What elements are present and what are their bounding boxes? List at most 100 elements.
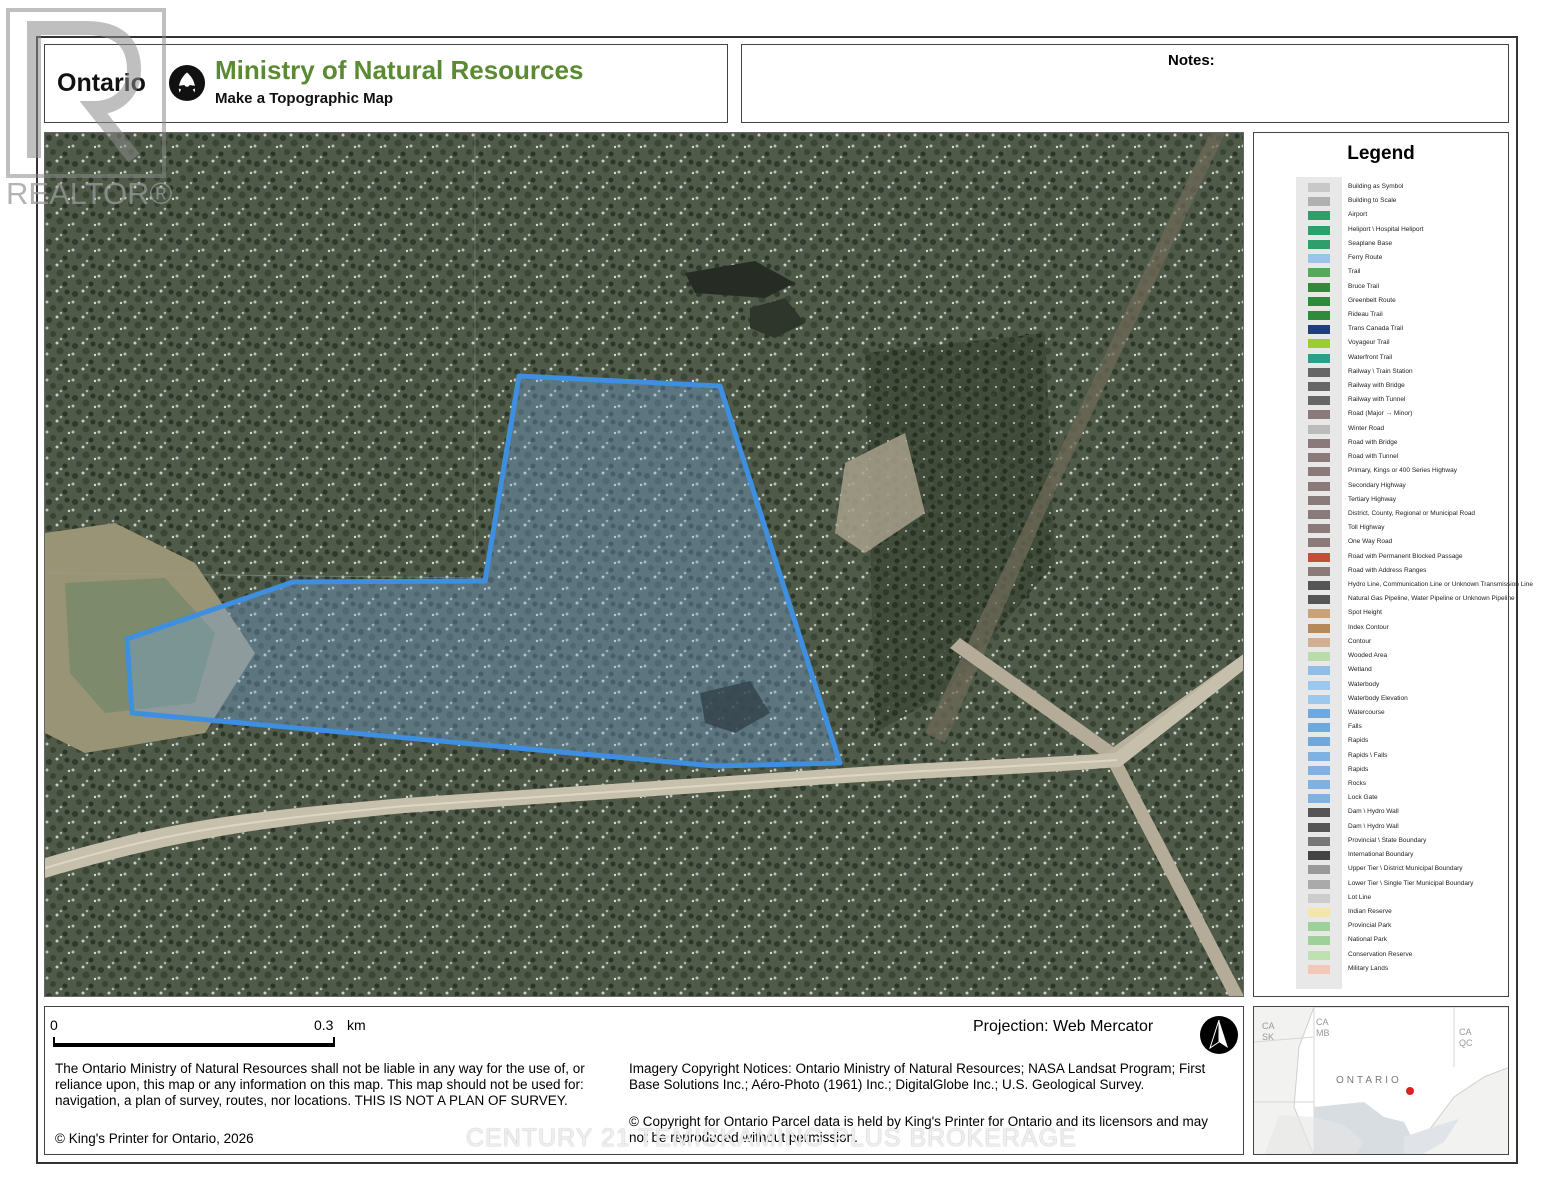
locator-map: CA SK CA MB CA QC ONTARIO bbox=[1253, 1006, 1509, 1155]
legend-label: Wooded Area bbox=[1348, 652, 1388, 660]
legend-swatch bbox=[1308, 183, 1330, 192]
legend-item: Indian Reserve bbox=[1296, 907, 1506, 918]
legend-swatch bbox=[1308, 524, 1330, 534]
scale-zero-label: 0 bbox=[50, 1017, 58, 1033]
legend-label: Provincial Park bbox=[1348, 922, 1392, 930]
legend-label: Dam \ Hydro Wall bbox=[1348, 822, 1399, 830]
legend-label: International Boundary bbox=[1348, 851, 1414, 859]
legend-swatch bbox=[1308, 254, 1330, 264]
legend-swatch bbox=[1308, 481, 1330, 491]
legend-swatch bbox=[1308, 950, 1330, 960]
legend-item: Road (Major → Minor) bbox=[1296, 410, 1506, 420]
legend-item: Lower Tier \ Single Tier Municipal Bound… bbox=[1296, 879, 1506, 890]
legend-swatch bbox=[1308, 879, 1330, 889]
legend-swatch bbox=[1308, 609, 1330, 619]
legend-item: Winter Road bbox=[1296, 424, 1506, 435]
legend-swatch bbox=[1308, 268, 1330, 278]
legend-item: Seaplane Base bbox=[1296, 239, 1506, 250]
legend-swatch bbox=[1308, 623, 1330, 633]
legend-label: Road with Tunnel bbox=[1348, 453, 1399, 461]
legend-label: Lot Line bbox=[1348, 893, 1372, 901]
legend-swatch bbox=[1308, 566, 1330, 576]
legend-item: Toll Highway bbox=[1296, 524, 1506, 534]
legend-label: Falls bbox=[1348, 723, 1362, 731]
svg-text:QC: QC bbox=[1459, 1038, 1473, 1048]
legend-item: Road with Tunnel bbox=[1296, 453, 1506, 463]
legend-swatch bbox=[1308, 666, 1330, 676]
legend-item: One Way Road bbox=[1296, 538, 1506, 548]
legend-swatch bbox=[1308, 197, 1330, 207]
north-arrow-icon bbox=[1200, 1016, 1238, 1054]
projection-label: Projection: Web Mercator bbox=[973, 1018, 1154, 1035]
notes-panel: Notes: bbox=[741, 44, 1509, 123]
legend-swatch bbox=[1308, 225, 1330, 235]
legend-swatch bbox=[1308, 708, 1330, 718]
legend-label: Greenbelt Route bbox=[1348, 296, 1396, 304]
legend-swatch bbox=[1308, 282, 1330, 292]
legend-label: Indian Reserve bbox=[1348, 907, 1392, 915]
legend-label: Seaplane Base bbox=[1348, 239, 1393, 247]
legend-item: Dam \ Hydro Wall bbox=[1296, 822, 1506, 833]
legend-item: Tertiary Highway bbox=[1296, 495, 1506, 506]
legend-item: Road with Bridge bbox=[1296, 438, 1506, 449]
aerial-imagery bbox=[45, 133, 1243, 996]
legend-label: Rapids bbox=[1348, 765, 1369, 773]
legend-label: Rocks bbox=[1348, 780, 1367, 787]
legend-label: Trans Canada Trail bbox=[1348, 325, 1404, 333]
inset-label-sk: CA bbox=[1262, 1021, 1275, 1031]
legend-swatch bbox=[1308, 211, 1330, 221]
legend-swatch bbox=[1308, 851, 1330, 861]
svg-text:SK: SK bbox=[1262, 1032, 1274, 1042]
location-marker bbox=[1406, 1087, 1414, 1095]
legend-panel: Legend Building as Symbol Building to Sca… bbox=[1253, 132, 1533, 997]
legend-swatch bbox=[1308, 680, 1330, 690]
liability-disclaimer: The Ontario Ministry of Natural Resource… bbox=[55, 1061, 585, 1108]
legend-item: Airport bbox=[1296, 211, 1506, 221]
legend-label: Toll Highway bbox=[1348, 524, 1385, 532]
inset-label-mb: CA bbox=[1316, 1017, 1329, 1027]
legend-item: Primary, Kings or 400 Series Highway bbox=[1296, 467, 1506, 477]
legend-swatch bbox=[1308, 723, 1330, 733]
legend-item: Railway with Bridge bbox=[1296, 382, 1506, 392]
legend-label: Rideau Trail bbox=[1348, 310, 1383, 318]
legend-title: Legend bbox=[1347, 143, 1415, 164]
legend-item: Wooded Area bbox=[1296, 652, 1506, 662]
legend-label: Ferry Route bbox=[1348, 254, 1383, 262]
legend-swatch bbox=[1308, 538, 1330, 548]
legend-swatch bbox=[1308, 922, 1330, 932]
legend-swatch bbox=[1308, 310, 1330, 320]
legend-swatch bbox=[1308, 694, 1330, 704]
legend-label: Spot Height bbox=[1348, 609, 1382, 617]
ministry-title: Ministry of Natural Resources bbox=[215, 55, 584, 85]
aerial-map[interactable] bbox=[44, 132, 1244, 997]
legend-item: Secondary Highway bbox=[1296, 481, 1506, 492]
legend-label: Provincial \ State Boundary bbox=[1348, 836, 1427, 844]
legend-label: National Park bbox=[1348, 936, 1388, 944]
legend-label: Dam \ Hydro Wall bbox=[1348, 808, 1399, 816]
kings-printer-copyright: © King's Printer for Ontario, 2026 bbox=[55, 1131, 254, 1146]
locator-map-graphic: CA SK CA MB CA QC ONTARIO bbox=[1254, 1007, 1508, 1154]
scale-max-label: 0.3 bbox=[314, 1017, 334, 1033]
legend-item: Road with Permanent Blocked Passage bbox=[1296, 552, 1506, 563]
legend-swatch bbox=[1308, 453, 1330, 463]
legend-swatch bbox=[1308, 737, 1330, 747]
legend-label: Road with Address Ranges bbox=[1348, 566, 1427, 574]
legend-item: Railway \ Train Station bbox=[1296, 367, 1506, 378]
legend-label: Tertiary Highway bbox=[1348, 495, 1397, 503]
legend-item: Lock Gate bbox=[1296, 794, 1506, 804]
legend-label: Road with Permanent Blocked Passage bbox=[1348, 552, 1463, 560]
legend-item: Rapids \ Falls bbox=[1296, 751, 1506, 762]
legend-item: Voyageur Trail bbox=[1296, 339, 1506, 349]
legend-label: Railway \ Train Station bbox=[1348, 367, 1413, 375]
legend-item: Wetland bbox=[1296, 666, 1506, 676]
legend-label: One Way Road bbox=[1348, 538, 1393, 546]
legend-label: Voyageur Trail bbox=[1348, 339, 1390, 347]
svg-text:REALTOR®: REALTOR® bbox=[6, 176, 173, 211]
legend-label: Lower Tier \ Single Tier Municipal Bound… bbox=[1348, 879, 1474, 887]
legend-label: Secondary Highway bbox=[1348, 481, 1406, 489]
scale-bar bbox=[53, 1037, 335, 1047]
legend-item: Index Contour bbox=[1296, 623, 1506, 634]
legend-item: Dam \ Hydro Wall bbox=[1296, 808, 1506, 818]
legend-label: Airport bbox=[1348, 211, 1368, 219]
legend-item: Waterfront Trail bbox=[1296, 353, 1506, 364]
